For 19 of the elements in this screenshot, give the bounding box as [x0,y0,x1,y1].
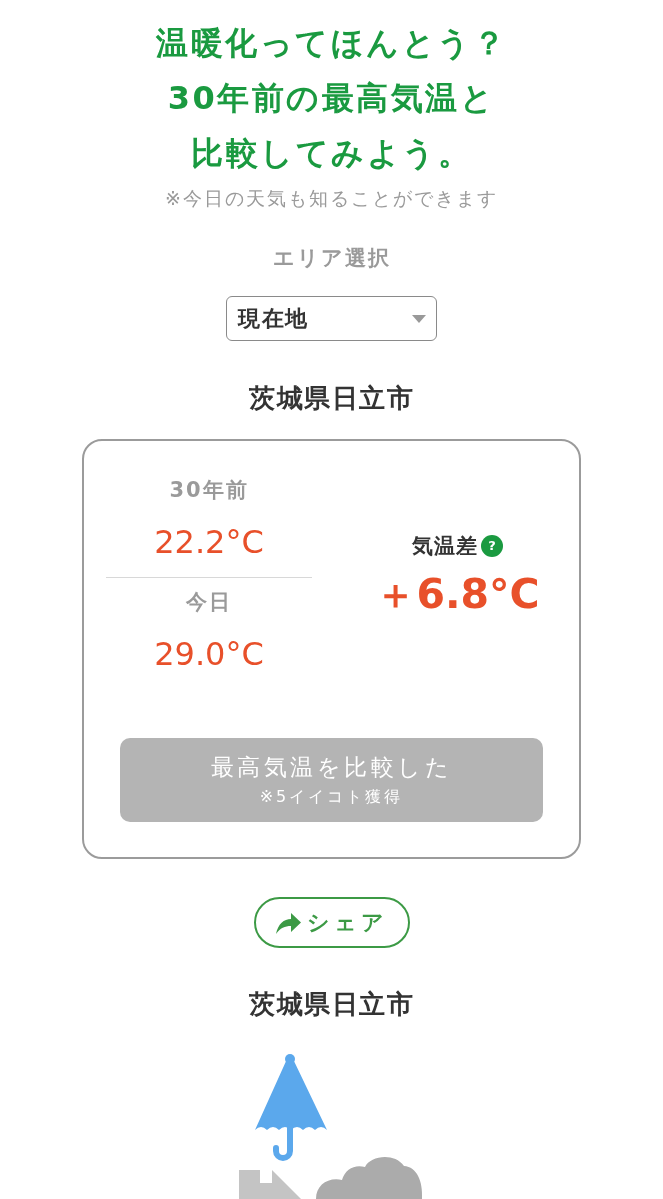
difference-value: ＋6.8°C [375,569,540,620]
page-title: 温暖化ってほんとう？ 30年前の最高気温と 比較してみよう。 [156,23,507,174]
location-name: 茨城県日立市 [249,988,414,1020]
reading-label: 30年前 [168,477,250,504]
share-arrow-icon [275,911,301,934]
share-button[interactable]: シェア [253,897,410,948]
cloud-icon [315,1157,422,1199]
difference-label: 気温差 [412,533,478,560]
reading-label: 今日 [185,589,233,616]
area-select-label: エリア選択 [272,245,391,272]
arrow-icon [238,1170,301,1199]
location-name: 茨城県日立市 [249,382,414,414]
area-select[interactable]: 現在地 [226,296,437,341]
caret-icon [412,314,426,323]
temperature-value: 22.2°C [153,522,265,563]
help-icon[interactable]: ? [481,535,503,557]
umbrella-icon [254,1054,327,1161]
temperature-value: 29.0°C [153,634,265,675]
note-text: ※今日の天気も知ることができます [165,186,498,210]
